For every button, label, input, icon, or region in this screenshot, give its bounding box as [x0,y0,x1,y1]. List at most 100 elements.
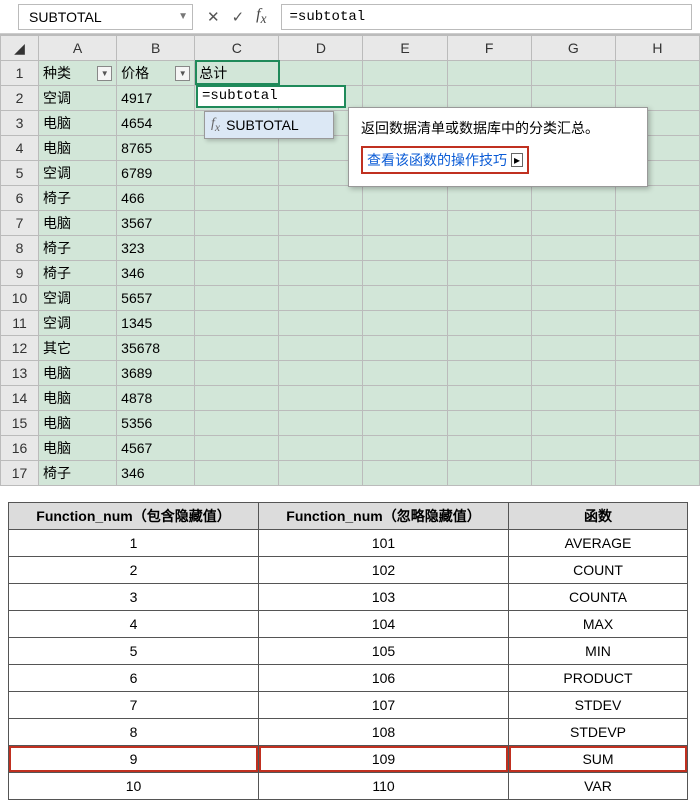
cell[interactable] [363,211,447,236]
row-header[interactable]: 10 [1,286,39,311]
cell[interactable] [615,436,699,461]
cell[interactable] [363,236,447,261]
cell[interactable] [195,311,279,336]
row-header[interactable]: 17 [1,461,39,486]
video-icon[interactable]: ▸ [511,153,523,167]
cell[interactable] [363,361,447,386]
cell[interactable] [363,461,447,486]
cell[interactable]: 4567 [117,436,195,461]
cell[interactable]: 电脑 [39,411,117,436]
col-header[interactable]: G [531,36,615,61]
cell[interactable]: 电脑 [39,136,117,161]
cell[interactable]: 35678 [117,336,195,361]
cell[interactable] [279,386,363,411]
fx-icon[interactable]: fx [256,6,266,27]
cell[interactable] [363,311,447,336]
tooltip-link[interactable]: 查看该函数的操作技巧 [367,150,507,170]
cell[interactable]: 3689 [117,361,195,386]
cell[interactable] [279,186,363,211]
cell[interactable] [195,436,279,461]
cell[interactable] [279,261,363,286]
cell[interactable] [531,186,615,211]
cell[interactable]: 空调 [39,161,117,186]
cell[interactable] [615,236,699,261]
row-header[interactable]: 1 [1,61,39,86]
cell[interactable] [279,361,363,386]
cell[interactable] [447,386,531,411]
cell[interactable]: 346 [117,261,195,286]
cell[interactable] [531,236,615,261]
cell[interactable] [363,436,447,461]
cell[interactable] [531,311,615,336]
cell[interactable]: 椅子 [39,261,117,286]
cell[interactable] [279,411,363,436]
cell[interactable] [615,336,699,361]
cell[interactable]: 种类▼ [39,61,117,86]
cell[interactable] [279,311,363,336]
cell[interactable] [363,411,447,436]
cell[interactable] [447,61,531,86]
row-header[interactable]: 15 [1,411,39,436]
cell[interactable] [615,411,699,436]
cell[interactable]: 电脑 [39,361,117,386]
cell[interactable] [615,361,699,386]
cell[interactable] [195,186,279,211]
row-header[interactable]: 6 [1,186,39,211]
cell[interactable]: 5657 [117,286,195,311]
cell[interactable] [195,211,279,236]
cell[interactable]: 6789 [117,161,195,186]
cell[interactable] [363,286,447,311]
row-header[interactable]: 13 [1,361,39,386]
cell[interactable]: 椅子 [39,236,117,261]
cell[interactable]: 4654 [117,111,195,136]
cell[interactable] [531,261,615,286]
row-header[interactable]: 5 [1,161,39,186]
cell[interactable]: 总计 [195,61,279,86]
col-header[interactable]: C [195,36,279,61]
cell[interactable]: 空调 [39,86,117,111]
cell[interactable] [615,386,699,411]
cell[interactable]: 1345 [117,311,195,336]
cell[interactable] [447,361,531,386]
cell[interactable] [531,461,615,486]
row-header[interactable]: 12 [1,336,39,361]
cell[interactable] [447,411,531,436]
cancel-icon[interactable]: ✕ [207,8,220,26]
cell[interactable]: 电脑 [39,211,117,236]
cell[interactable] [279,236,363,261]
cell[interactable] [279,436,363,461]
col-header[interactable]: F [447,36,531,61]
col-header[interactable]: H [615,36,699,61]
col-header[interactable]: E [363,36,447,61]
cell[interactable] [195,361,279,386]
cell[interactable] [279,336,363,361]
cell[interactable] [615,286,699,311]
select-all-corner[interactable]: ◢ [1,36,39,61]
cell[interactable]: 电脑 [39,111,117,136]
cell[interactable] [279,461,363,486]
cell[interactable]: 323 [117,236,195,261]
cell[interactable] [447,436,531,461]
filter-dropdown-icon[interactable]: ▼ [97,66,112,81]
cell[interactable] [195,386,279,411]
col-header[interactable]: D [279,36,363,61]
cell[interactable] [363,336,447,361]
cell[interactable] [615,261,699,286]
cell[interactable]: 346 [117,461,195,486]
cell[interactable] [195,411,279,436]
cell[interactable] [363,186,447,211]
formula-input[interactable]: =subtotal [281,4,692,30]
cell[interactable] [195,161,279,186]
row-header[interactable]: 3 [1,111,39,136]
cell[interactable] [447,236,531,261]
row-header[interactable]: 4 [1,136,39,161]
cell[interactable]: 5356 [117,411,195,436]
autocomplete-item[interactable]: fx SUBTOTAL [205,112,333,138]
cell[interactable] [531,61,615,86]
cell[interactable] [531,336,615,361]
cell[interactable]: 8765 [117,136,195,161]
cell[interactable]: 4917 [117,86,195,111]
row-header[interactable]: 7 [1,211,39,236]
cell[interactable] [531,411,615,436]
accept-icon[interactable]: ✓ [232,8,245,26]
